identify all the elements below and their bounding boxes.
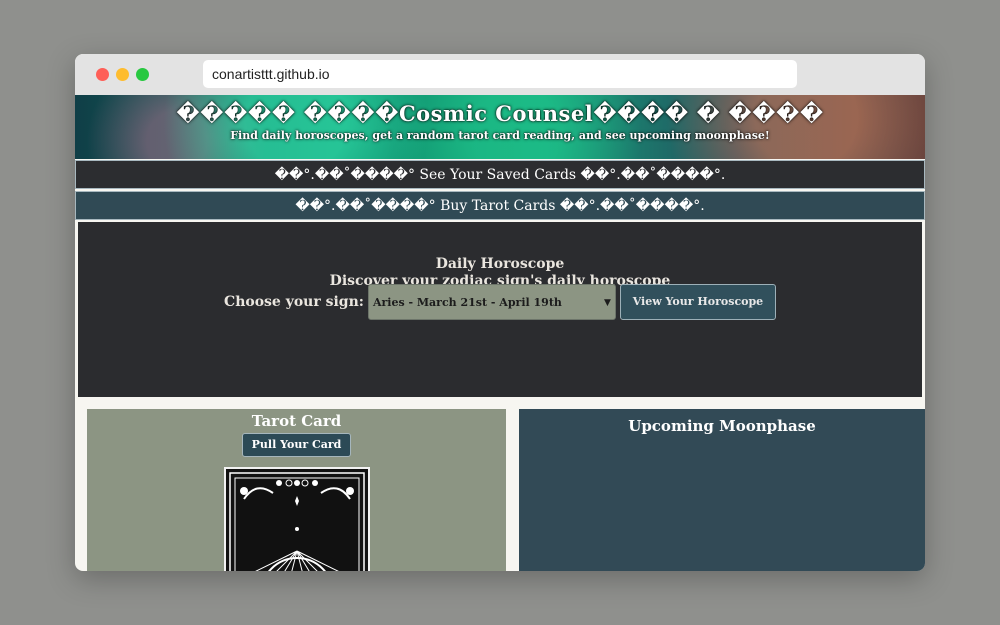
- sign-selection-row: Choose your sign: Aries - March 21st - A…: [78, 284, 922, 320]
- selected-sign-value: Aries - March 21st - April 19th: [372, 296, 562, 309]
- maximize-window-button[interactable]: [136, 68, 149, 81]
- view-horoscope-button[interactable]: View Your Horoscope: [619, 284, 776, 320]
- browser-toolbar: conartisttt.github.io: [75, 54, 925, 96]
- minimize-window-button[interactable]: [116, 68, 129, 81]
- tarot-title: Tarot Card: [251, 412, 342, 430]
- zodiac-sign-select[interactable]: Aries - March 21st - April 19th ▼: [367, 284, 616, 320]
- site-header: ����� ����Cosmic Counsel���� � ���� Find…: [75, 95, 925, 159]
- tarot-card-back-image: [224, 467, 370, 571]
- lower-content: Tarot Card Pull Your Card Upcoming Moonp…: [75, 397, 925, 571]
- daily-horoscope-section: Daily Horoscope Discover your zodiac sig…: [78, 222, 922, 397]
- web-page: ����� ����Cosmic Counsel���� � ���� Find…: [75, 95, 925, 571]
- address-bar[interactable]: conartisttt.github.io: [203, 60, 797, 88]
- moonphase-section: Upcoming Moonphase: [519, 409, 925, 571]
- pull-card-button[interactable]: Pull Your Card: [241, 433, 352, 457]
- horoscope-title: Daily Horoscope: [435, 256, 565, 272]
- saved-cards-button[interactable]: ��°.��˚����° See Your Saved Cards ��°.��…: [75, 160, 925, 189]
- chevron-down-icon: ▼: [604, 298, 611, 308]
- site-tagline: Find daily horoscopes, get a random taro…: [230, 129, 770, 142]
- browser-window: conartisttt.github.io ����� ����Cosmic C…: [75, 54, 925, 571]
- close-window-button[interactable]: [96, 68, 109, 81]
- tarot-card-illustration: [229, 472, 365, 571]
- choose-sign-label: Choose your sign:: [224, 294, 364, 310]
- buy-tarot-cards-button[interactable]: ��°.��˚����° Buy Tarot Cards ��°.��˚����…: [75, 191, 925, 220]
- moonphase-title: Upcoming Moonphase: [628, 417, 816, 435]
- site-title: ����� ����Cosmic Counsel���� � ����: [176, 101, 824, 126]
- tarot-card-section: Tarot Card Pull Your Card: [87, 409, 506, 571]
